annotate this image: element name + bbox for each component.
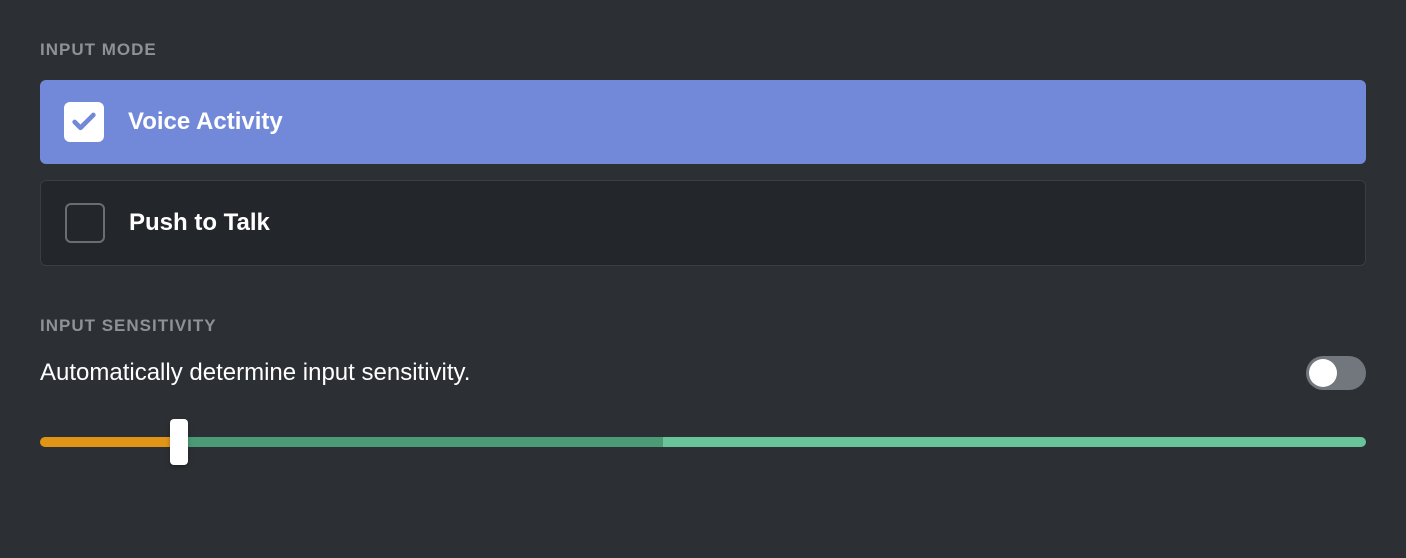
input-sensitivity-section: INPUT SENSITIVITY Automatically determin… — [40, 316, 1366, 462]
slider-track — [40, 437, 1366, 447]
push-to-talk-option[interactable]: Push to Talk — [40, 180, 1366, 266]
voice-activity-label: Voice Activity — [128, 108, 283, 136]
voice-activity-option[interactable]: Voice Activity — [40, 80, 1366, 164]
auto-sensitivity-toggle[interactable] — [1306, 356, 1366, 390]
auto-sensitivity-label: Automatically determine input sensitivit… — [40, 359, 470, 387]
slider-thumb[interactable] — [170, 419, 188, 465]
auto-sensitivity-row: Automatically determine input sensitivit… — [40, 356, 1366, 390]
input-sensitivity-header: INPUT SENSITIVITY — [40, 316, 1366, 336]
input-mode-options: Voice Activity Push to Talk — [40, 80, 1366, 266]
push-to-talk-label: Push to Talk — [129, 209, 270, 237]
toggle-knob-icon — [1309, 359, 1337, 387]
checkbox-unchecked-icon — [65, 203, 105, 243]
slider-segment-orange — [40, 437, 179, 447]
input-mode-header: INPUT MODE — [40, 40, 1366, 60]
input-mode-section: INPUT MODE Voice Activity Push to Talk — [40, 40, 1366, 266]
sensitivity-slider[interactable] — [40, 422, 1366, 462]
slider-segment-light-green — [663, 437, 1366, 447]
slider-segment-dark-green — [179, 437, 663, 447]
checkbox-checked-icon — [64, 102, 104, 142]
